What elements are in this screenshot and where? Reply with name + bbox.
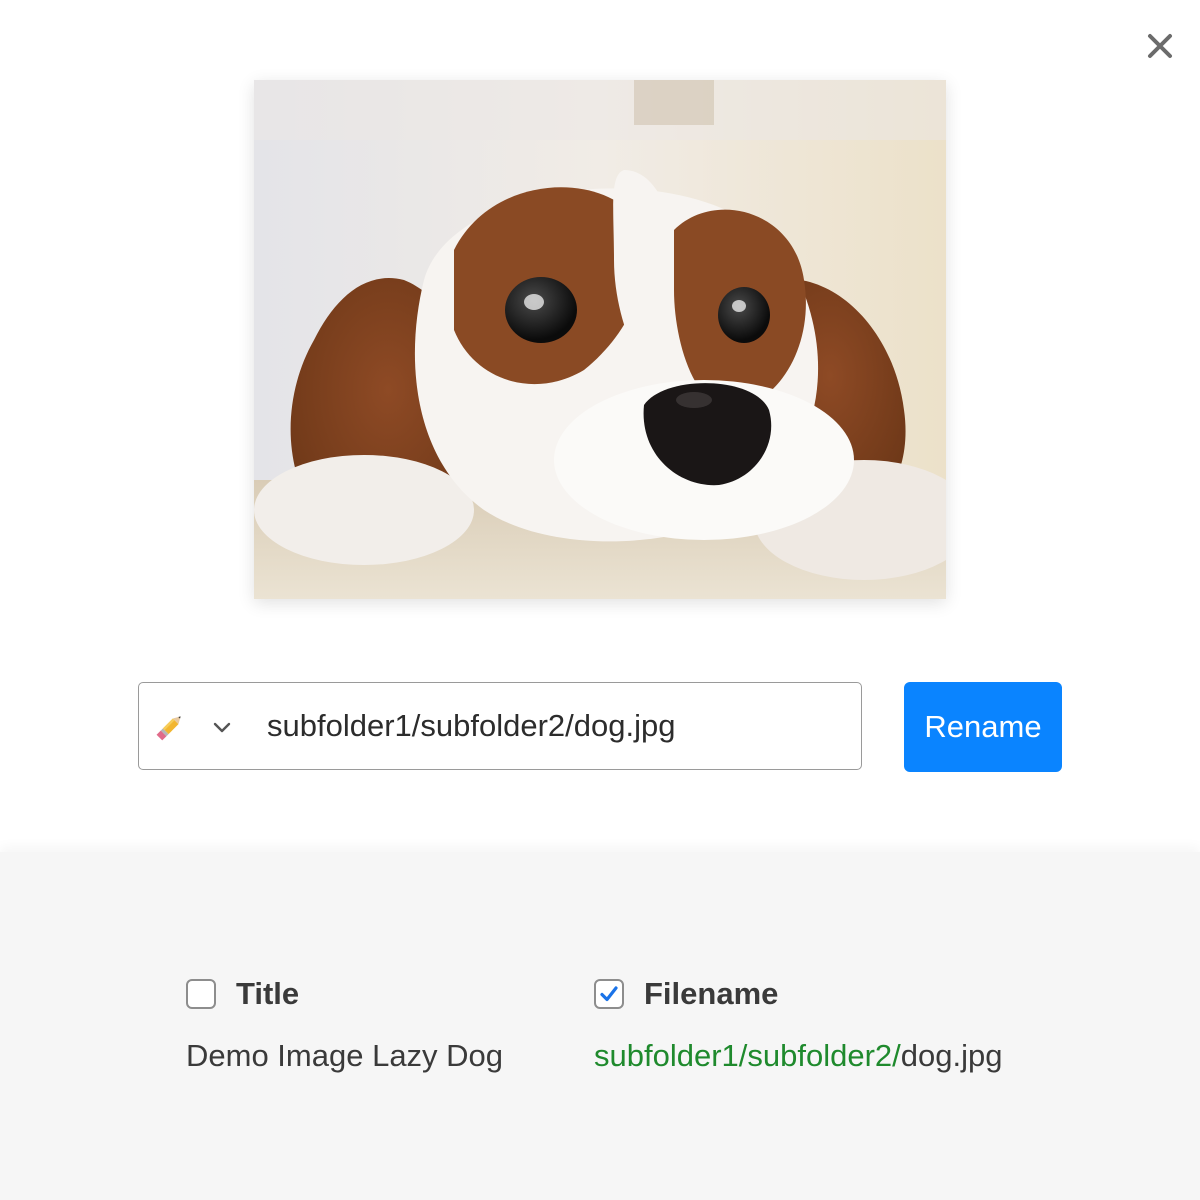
filename-toggle[interactable]: Filename bbox=[594, 974, 1002, 1014]
rename-mode-dropdown[interactable] bbox=[153, 705, 245, 749]
title-label: Title bbox=[236, 976, 300, 1011]
title-value: Demo Image Lazy Dog bbox=[186, 1038, 504, 1073]
close-icon bbox=[1148, 34, 1172, 58]
filename-input[interactable] bbox=[267, 697, 847, 755]
title-toggle[interactable]: Title bbox=[186, 974, 503, 1014]
rename-field bbox=[138, 682, 862, 770]
close-button[interactable] bbox=[1142, 28, 1178, 64]
filename-checkbox[interactable] bbox=[594, 979, 624, 1009]
filename-path-prefix: subfolder1/subfolder2/ bbox=[594, 1038, 901, 1073]
filename-value: subfolder1/subfolder2/dog.jpg bbox=[594, 1038, 1002, 1074]
title-checkbox[interactable] bbox=[186, 979, 216, 1009]
filename-column: Filename subfolder1/subfolder2/dog.jpg bbox=[594, 974, 1002, 1074]
preview-panel: Rename bbox=[0, 0, 1200, 852]
pencil-icon bbox=[156, 716, 181, 741]
image-preview bbox=[254, 80, 946, 599]
chevron-down-icon bbox=[213, 722, 231, 733]
filename-label: Filename bbox=[644, 976, 779, 1011]
title-column: Title Demo Image Lazy Dog bbox=[186, 974, 503, 1074]
rename-button[interactable]: Rename bbox=[904, 682, 1062, 772]
checkmark-icon bbox=[600, 986, 618, 1002]
filename-basename: dog.jpg bbox=[900, 1038, 1003, 1073]
